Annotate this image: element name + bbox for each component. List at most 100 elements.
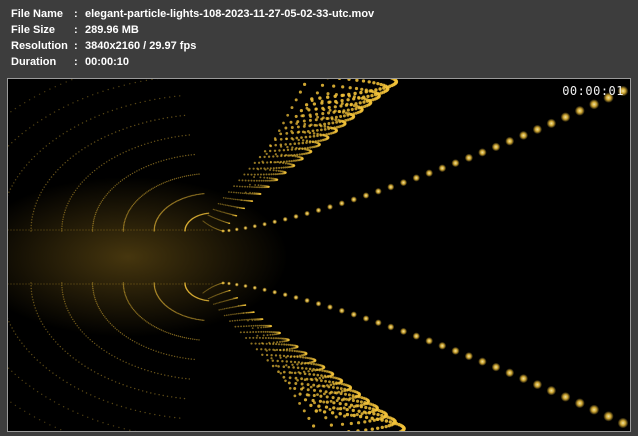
particle-dot [122, 285, 125, 287]
particle-dot [301, 114, 305, 118]
particle-dot [256, 324, 259, 327]
particle-dot [312, 102, 317, 106]
particle-dot [136, 283, 138, 285]
particle-dot [34, 307, 36, 309]
particle-dot [285, 349, 288, 352]
particle-dot [310, 97, 314, 101]
particle-dot [154, 283, 156, 285]
particle-dot [301, 141, 305, 145]
particle-dot [85, 335, 87, 337]
particle-dot [213, 303, 215, 305]
particle-dot [72, 102, 74, 104]
particle-dot [134, 171, 136, 173]
particle-dot [298, 90, 302, 94]
particle-dot [196, 283, 198, 285]
particle-dot [263, 155, 266, 159]
particle-dot [14, 404, 17, 407]
particle-dot [294, 98, 298, 102]
particle-dot [229, 205, 231, 207]
particle-dot [125, 215, 128, 217]
particle-dot [154, 119, 156, 121]
particle-dot [142, 318, 144, 320]
particle-dot [42, 147, 44, 150]
particle-dot [270, 354, 273, 357]
particle-dot [266, 167, 269, 170]
particle-dot [145, 346, 147, 349]
particle-dot [63, 214, 65, 216]
particle-dot [311, 145, 314, 149]
particle-dot [194, 338, 196, 341]
particle-dot [81, 122, 84, 124]
video-frame[interactable] [8, 79, 630, 431]
particle-dot [74, 322, 77, 325]
particle-dot [266, 161, 269, 164]
particle-dot [97, 420, 99, 422]
particle-dot [32, 388, 35, 390]
particle-dot [73, 191, 75, 194]
particle-dot [69, 198, 71, 200]
particle-dot [106, 319, 109, 321]
particle-dot [31, 293, 33, 295]
particle-dot [193, 153, 195, 156]
particle-dot [13, 283, 15, 285]
particle-dot [357, 106, 361, 110]
particle-dot [245, 325, 248, 328]
particle-dot [312, 134, 316, 138]
particle-dot [233, 198, 235, 201]
particle-dot [272, 155, 275, 158]
particle-dot [248, 325, 250, 327]
particle-dot [34, 229, 36, 231]
particle-dot [464, 352, 474, 361]
particle-dot [82, 229, 84, 231]
particle-dot [312, 383, 316, 387]
particle-dot [246, 185, 249, 188]
particle-dot [344, 119, 348, 122]
particle-dot [341, 119, 345, 123]
particle-dot [102, 90, 104, 92]
particle-dot [93, 293, 95, 295]
particle-dot [277, 337, 280, 340]
particle-dot [233, 185, 236, 188]
particle-dot [124, 283, 126, 285]
particle-dot [21, 170, 23, 172]
particle-dot [282, 292, 288, 298]
particle-dot [257, 326, 260, 329]
particle-dot [43, 229, 45, 231]
particle-dot [237, 312, 240, 315]
particle-dot [355, 413, 359, 417]
particle-dot [327, 105, 331, 110]
particle-dot [166, 117, 169, 119]
particle-dot [53, 401, 56, 403]
particle-dot [589, 99, 600, 110]
particle-dot [216, 302, 218, 304]
particle-dot [41, 189, 44, 191]
particle-dot [256, 334, 259, 337]
particle-dot [300, 147, 304, 150]
particle-dot [196, 229, 198, 231]
particle-dot [357, 96, 361, 100]
video-player[interactable]: 00:00:01 [7, 78, 631, 432]
particle-dot [249, 192, 251, 195]
particle-dot [182, 155, 184, 157]
particle-dot [122, 226, 125, 228]
particle-dot [232, 313, 234, 316]
particle-dot [179, 115, 181, 117]
particle-dot [179, 198, 182, 201]
particle-dot [126, 385, 128, 387]
particle-dot [201, 193, 204, 195]
particle-dot [171, 157, 173, 159]
particle-dot [59, 166, 61, 169]
particle-dot [108, 191, 110, 193]
particle-dot [322, 133, 326, 137]
particle-dot [90, 143, 93, 145]
particle-dot [251, 327, 254, 330]
particle-dot [28, 351, 30, 353]
particle-dot [96, 302, 98, 304]
particle-dot [250, 192, 253, 195]
particle-dot [354, 107, 358, 111]
particle-dot [188, 134, 190, 136]
particle-dot [192, 317, 194, 320]
particle-dot [255, 179, 258, 182]
particle-dot [75, 153, 77, 155]
particle-dot [327, 203, 333, 210]
